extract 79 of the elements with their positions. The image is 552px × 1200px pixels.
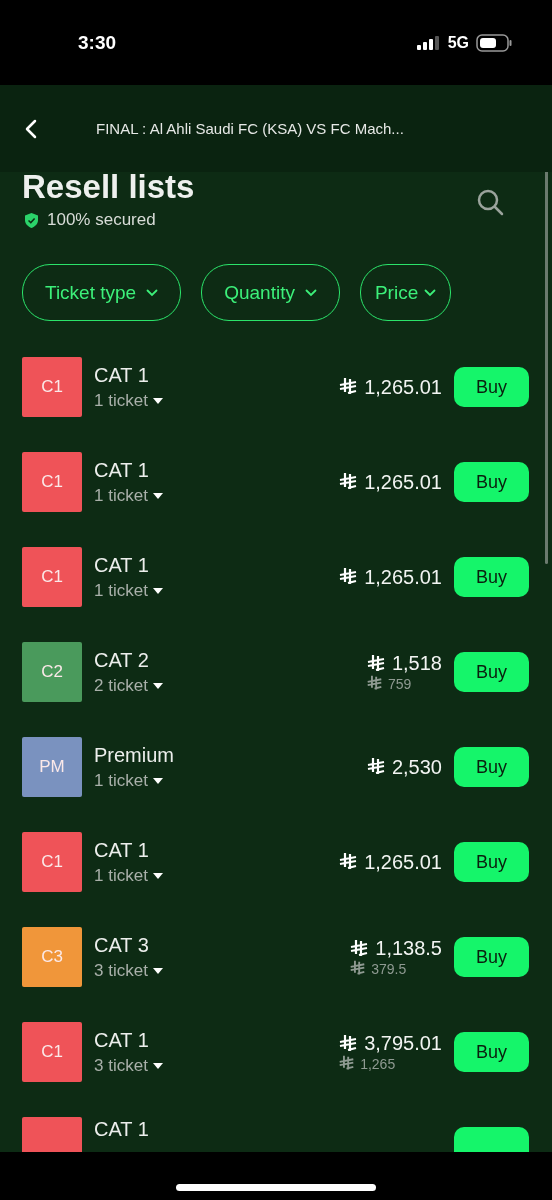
category-badge: C1 [22,1022,82,1082]
total-price: 1,265.01 [364,850,442,874]
total-price: 1,265.01 [364,565,442,589]
ticket-count-dropdown[interactable]: 3 ticket [94,1055,163,1076]
chevron-down-icon [304,288,317,297]
ticket-count-dropdown[interactable]: 3 ticket [94,960,163,981]
caret-icon [152,967,163,974]
ticket-count-dropdown[interactable]: 1 ticket [94,770,163,791]
caret-icon [152,397,163,404]
total-price: 1,265.01 [364,470,442,494]
buy-button[interactable]: Buy [454,557,529,597]
category-badge: PM [22,737,82,797]
buy-button[interactable]: Buy [454,937,529,977]
riyal-icon [338,567,359,587]
riyal-icon [338,1055,356,1072]
category-name: CAT 1 [94,553,149,577]
unit-price: 1,265 [360,1055,396,1072]
ticket-count-dropdown[interactable]: 1 ticket [94,390,163,411]
total-price: 1,138.5 [375,937,442,960]
search-icon[interactable] [476,188,504,216]
total-price: 1,518 [391,652,442,675]
category-name: Premium [94,743,174,767]
buy-button[interactable]: Buy [454,747,529,787]
back-icon[interactable] [24,118,38,139]
chevron-down-icon [424,288,437,297]
filter-dropdown[interactable]: Ticket type [22,264,182,321]
category-badge: C2 [22,642,82,702]
ticket-count-dropdown[interactable]: 2 ticket [94,675,163,696]
buy-button[interactable]: Buy [454,652,529,692]
page-title: Resell lists [22,172,195,206]
network-label: 5G [447,33,469,52]
riyal-icon [349,938,370,959]
secured-label: 100% secured [47,210,156,230]
unit-price: 759 [387,675,412,692]
total-price: 3,795.01 [364,1032,442,1055]
category-badge: C3 [22,927,82,987]
caret-icon [152,682,163,689]
category-name: CAT 3 [94,933,149,957]
caret-icon [152,587,163,594]
buy-button[interactable]: Buy [454,842,529,882]
category-name: CAT 1 [94,1119,149,1139]
buy-button[interactable]: Buy [454,367,529,407]
caret-icon [152,777,163,784]
riyal-icon [365,653,386,674]
category-badge: C1 [22,547,82,607]
category-badge: C1 [22,832,82,892]
chevron-down-icon [146,288,159,297]
category-badge: C1 [22,452,82,512]
category-name: CAT 1 [94,363,149,387]
shield-icon [25,212,38,228]
filter-dropdown[interactable]: Price [359,264,452,321]
riyal-icon [338,852,359,872]
riyal-icon [338,472,359,492]
category-name: CAT 1 [94,1028,149,1052]
battery-icon [476,33,512,52]
ticket-count-dropdown[interactable]: 1 ticket [94,580,163,601]
category-badge: C1 [22,357,82,417]
buy-button[interactable]: Buy [454,462,529,502]
ticket-count-dropdown[interactable]: 1 ticket [94,485,163,506]
caret-icon [152,492,163,499]
riyal-icon [338,377,359,397]
total-price: 2,530 [391,755,442,779]
total-price: 1,265.01 [364,375,442,399]
category-name: CAT 1 [94,458,149,482]
category-name: CAT 2 [94,648,149,672]
signal-icon [416,35,441,50]
filter-dropdown[interactable]: Quantity [201,264,340,321]
riyal-icon [365,675,383,692]
riyal-icon [338,1033,359,1054]
buy-button[interactable]: Buy [454,1032,529,1072]
status-time: 3:30 [78,31,117,54]
riyal-icon [349,960,367,977]
caret-icon [152,1062,163,1069]
caret-icon [152,872,163,879]
unit-price: 379.5 [371,960,407,977]
riyal-icon [365,757,386,777]
category-name: CAT 1 [94,838,149,862]
event-title: FINAL : Al Ahli Saudi FC (KSA) VS FC Mach... [96,120,404,137]
ticket-count-dropdown[interactable]: 1 ticket [94,865,163,886]
